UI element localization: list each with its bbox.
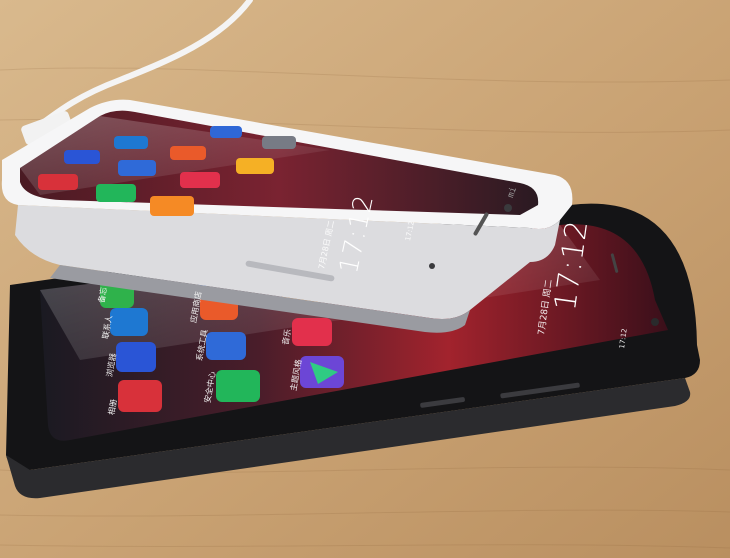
contacts-app-icon [110,308,148,336]
music-app-icon [292,318,332,346]
security-app-icon [216,370,260,402]
browser-app-icon [116,342,156,372]
tools-folder-icon [206,332,246,360]
photo-scene: 17:12 7月28日 周二 17:12 备忘 联系人 浏览器 相册 应用商店 … [0,0,730,558]
phones-illustration [0,0,730,558]
gallery-app-icon [118,380,162,412]
